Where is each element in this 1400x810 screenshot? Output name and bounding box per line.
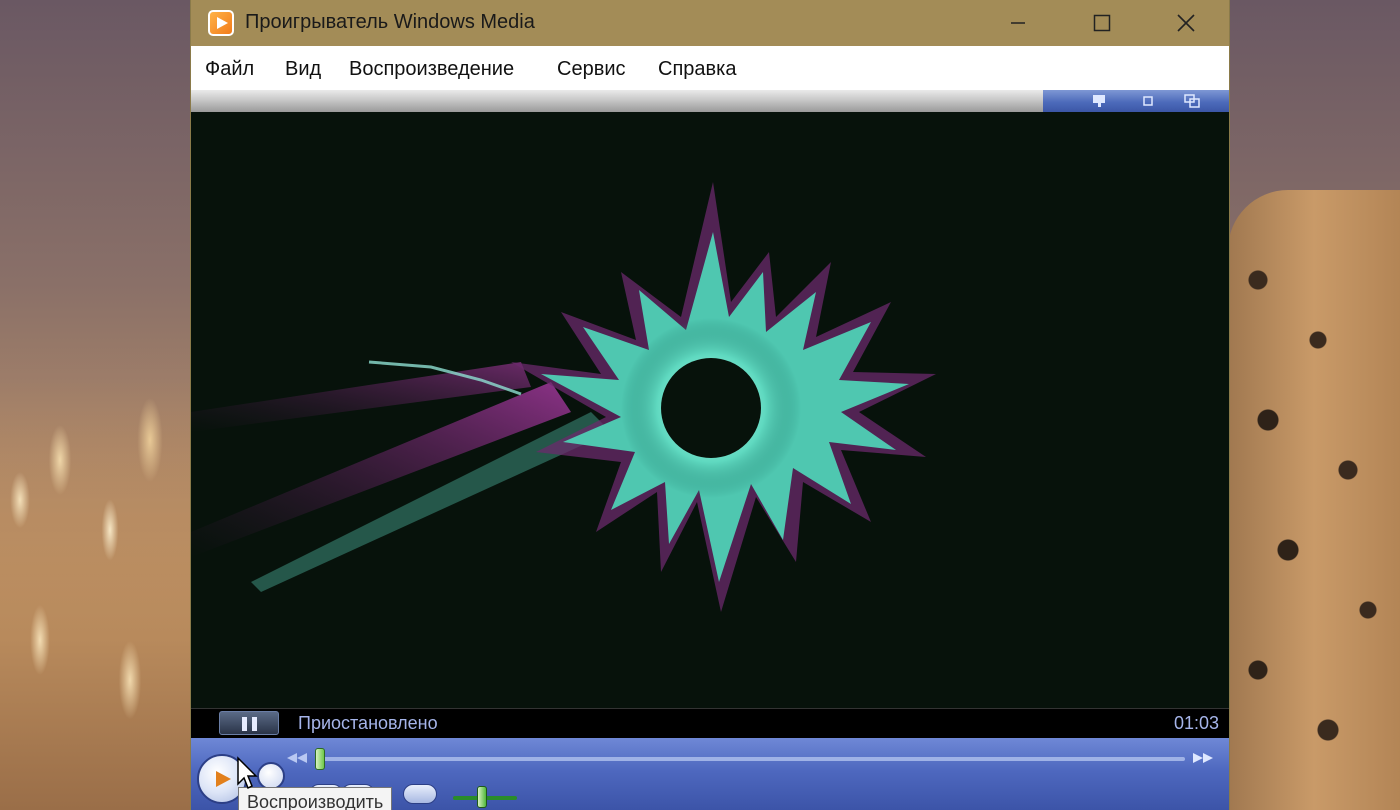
rewind-icon[interactable] — [285, 752, 309, 764]
cheetah-wallpaper-detail — [1228, 190, 1400, 810]
mouse-cursor-icon — [237, 756, 258, 790]
starburst-hole — [661, 358, 761, 458]
fast-forward-icon[interactable] — [1191, 752, 1215, 764]
wheat-wallpaper-detail — [0, 380, 195, 810]
status-bar: Приостановлено 01:03 — [191, 708, 1229, 738]
menu-view[interactable]: Вид — [285, 58, 321, 81]
menu-tools[interactable]: Сервис — [557, 58, 626, 81]
visualization-area[interactable] — [191, 112, 1229, 708]
title-bar[interactable]: Проигрыватель Windows Media — [191, 0, 1229, 46]
mute-button[interactable] — [403, 784, 437, 804]
menu-playback[interactable]: Воспроизведение — [349, 58, 514, 81]
play-icon — [216, 771, 231, 787]
maximize-icon — [1093, 14, 1111, 32]
menu-help[interactable]: Справка — [658, 58, 736, 81]
stop-button[interactable] — [257, 762, 285, 790]
starburst-visualization — [191, 182, 936, 612]
switch-to-library-icon[interactable] — [1183, 93, 1201, 109]
pause-button[interactable] — [219, 711, 279, 735]
playback-status: Приостановлено — [298, 713, 438, 733]
play-tooltip: Воспроизводить — [238, 787, 393, 810]
menu-bar: Файл Вид Воспроизведение Сервис Справка — [191, 46, 1229, 90]
minimize-icon — [1011, 22, 1025, 24]
volume-thumb[interactable] — [477, 786, 487, 808]
compact-mode-icon[interactable] — [1139, 93, 1157, 109]
skin-top-strip-controls — [1043, 90, 1229, 112]
media-player-window: Проигрыватель Windows Media Файл Вид Вос… — [190, 0, 1230, 810]
close-button[interactable] — [1143, 0, 1229, 46]
menu-toggle-icon[interactable] — [1091, 93, 1109, 109]
maximize-button[interactable] — [1059, 0, 1145, 46]
minimize-button[interactable] — [975, 0, 1061, 46]
menu-file[interactable]: Файл — [205, 58, 254, 81]
windows-media-player-icon — [208, 10, 234, 36]
skin-top-strip — [191, 90, 1229, 112]
close-icon — [1177, 14, 1195, 32]
elapsed-time: 01:03 — [1173, 713, 1219, 733]
seek-thumb[interactable] — [315, 748, 325, 770]
window-title: Проигрыватель Windows Media — [245, 11, 535, 33]
seek-bar[interactable] — [319, 757, 1185, 761]
